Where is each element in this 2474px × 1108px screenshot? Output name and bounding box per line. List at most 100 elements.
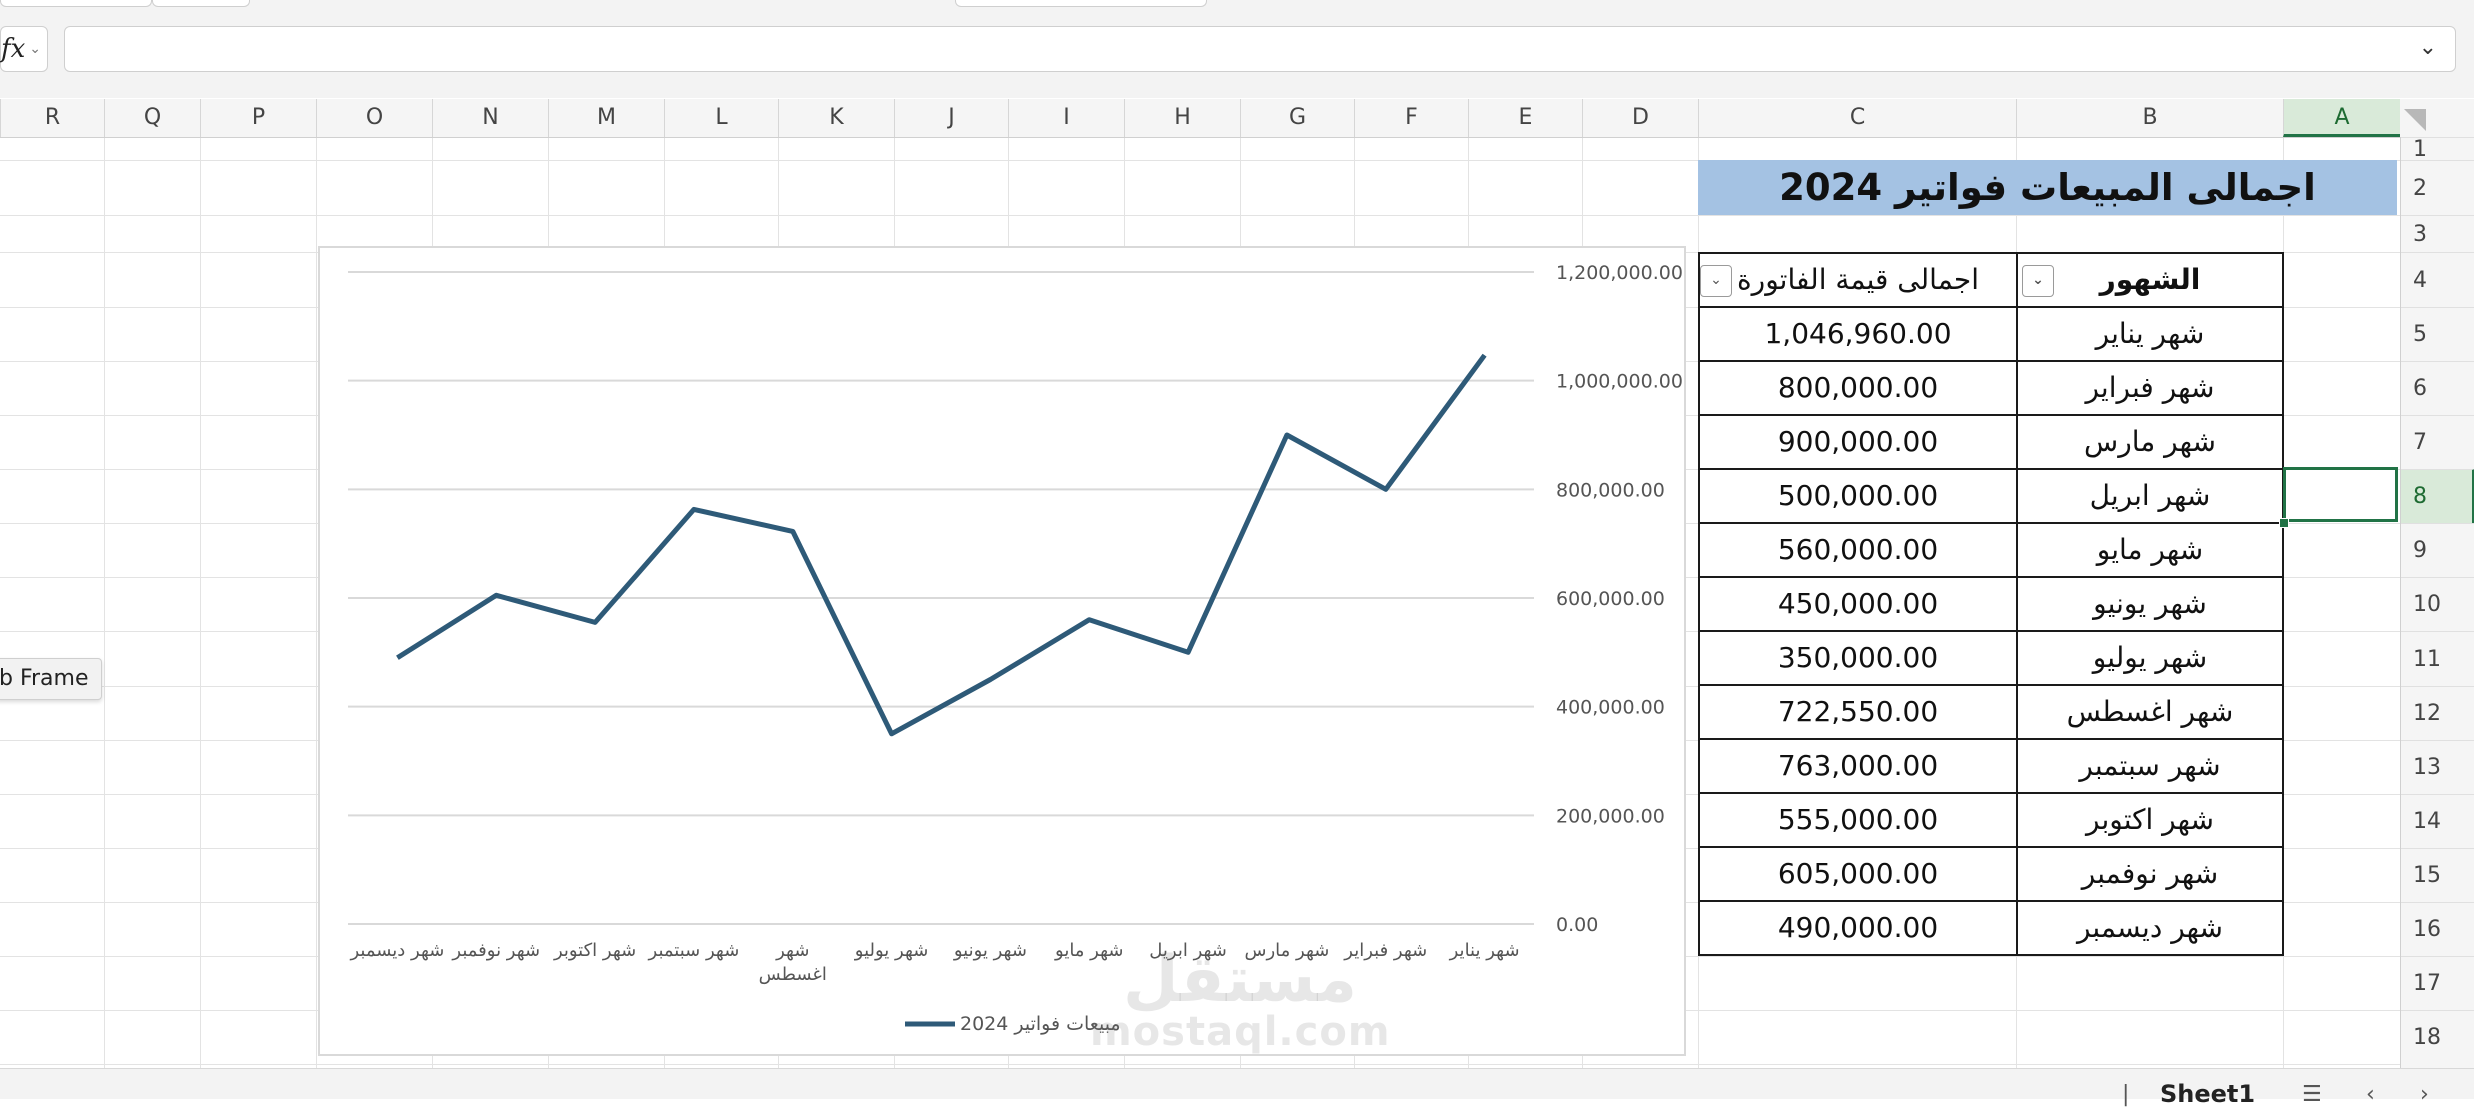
table-row-month[interactable]: شهر مارس	[2016, 414, 2284, 470]
x-tick-label: شهر ديسمبر	[349, 940, 444, 961]
table-row-month[interactable]: شهر نوفمبر	[2016, 846, 2284, 902]
column-header-b[interactable]: B	[2016, 99, 2283, 137]
table-row-month-text: شهر فبراير	[2085, 371, 2214, 404]
chevron-down-icon[interactable]: ⌄	[29, 27, 41, 71]
y-tick-label: 0.00	[1556, 914, 1598, 936]
column-header-f[interactable]: F	[1354, 99, 1468, 137]
row-header-17[interactable]: 17	[2401, 956, 2474, 1010]
table-row-month[interactable]: شهر اغسطس	[2016, 684, 2284, 740]
table-row-total[interactable]: 763,000.00	[1698, 738, 2018, 794]
column-header-d[interactable]: D	[1582, 99, 1698, 137]
table-row-month[interactable]: شهر يوليو	[2016, 630, 2284, 686]
expand-formula-icon[interactable]: ⌄	[2419, 35, 2437, 60]
table-row-total[interactable]: 490,000.00	[1698, 900, 2018, 956]
row-header-3[interactable]: 3	[2401, 215, 2474, 252]
row-header-8[interactable]: 8	[2401, 469, 2474, 523]
y-tick-label: 600,000.00	[1556, 588, 1665, 610]
table-row-total[interactable]: 555,000.00	[1698, 792, 2018, 848]
grid-vline	[200, 137, 201, 1069]
table-row-total[interactable]: 1,046,960.00	[1698, 306, 2018, 362]
column-header-m[interactable]: M	[548, 99, 664, 137]
y-tick-label: 800,000.00	[1556, 479, 1665, 501]
row-header-9[interactable]: 9	[2401, 523, 2474, 577]
table-row-total-text: 800,000.00	[1778, 371, 1938, 404]
row-header-15[interactable]: 15	[2401, 848, 2474, 902]
table-row-total-text: 900,000.00	[1778, 425, 1938, 458]
column-header-n[interactable]: N	[432, 99, 548, 137]
function-button[interactable]: fx ⌄	[0, 26, 48, 72]
table-row-month[interactable]: شهر فبراير	[2016, 360, 2284, 416]
column-header-i[interactable]: I	[1008, 99, 1124, 137]
row-header-16[interactable]: 16	[2401, 902, 2474, 956]
sheet-tab-bar	[0, 1068, 2474, 1099]
table-row-total-text: 605,000.00	[1778, 857, 1938, 890]
table-row-total[interactable]: 605,000.00	[1698, 846, 2018, 902]
select-all-corner[interactable]	[2400, 99, 2474, 137]
web-frame-tooltip: b Frame	[0, 658, 102, 700]
filter-dropdown-icon[interactable]: ⌄	[2022, 265, 2054, 297]
table-row-total[interactable]: 350,000.00	[1698, 630, 2018, 686]
row-header-11[interactable]: 11	[2401, 631, 2474, 686]
table-row-month-text: شهر سبتمبر	[2079, 749, 2220, 782]
table-row-total[interactable]: 500,000.00	[1698, 468, 2018, 524]
y-tick-label: 200,000.00	[1556, 805, 1665, 827]
sheet-tab[interactable]: Sheet1	[2160, 1080, 2255, 1108]
table-row-month[interactable]: شهر اكتوبر	[2016, 792, 2284, 848]
column-header-c[interactable]: C	[1698, 99, 2016, 137]
header-total-text: اجمالى قيمة الفاتورة	[1737, 263, 1979, 296]
x-tick-label: شهر يوليو	[854, 940, 929, 961]
row-header-2[interactable]: 2	[2401, 160, 2474, 215]
column-header-q[interactable]: Q	[104, 99, 200, 137]
table-row-month[interactable]: شهر ابريل	[2016, 468, 2284, 524]
menu-icon[interactable]: ☰	[2302, 1082, 2322, 1107]
filter-dropdown-icon[interactable]: ⌄	[1700, 265, 1732, 297]
header-month[interactable]: الشهور⌄	[2016, 252, 2284, 308]
table-row-total-text: 560,000.00	[1778, 533, 1938, 566]
column-header-p[interactable]: P	[200, 99, 316, 137]
table-row-month[interactable]: شهر سبتمبر	[2016, 738, 2284, 794]
column-header-j[interactable]: J	[894, 99, 1008, 137]
table-row-total-text: 450,000.00	[1778, 587, 1938, 620]
table-row-month[interactable]: شهر مايو	[2016, 522, 2284, 578]
header-total[interactable]: اجمالى قيمة الفاتورة⌄	[1698, 252, 2018, 308]
x-tick-label: شهر سبتمبر	[648, 940, 740, 961]
row-header-7[interactable]: 7	[2401, 415, 2474, 469]
column-header-g[interactable]: G	[1240, 99, 1354, 137]
column-header-a[interactable]: A	[2283, 99, 2400, 137]
sales-line-chart[interactable]: 0.00 200,000.00 400,000.00 600,000.00 800,00…	[318, 246, 1686, 1056]
column-header-k[interactable]: K	[778, 99, 894, 137]
row-header-14[interactable]: 14	[2401, 794, 2474, 848]
row-header-6[interactable]: 6	[2401, 361, 2474, 415]
grid-vline	[316, 137, 317, 1069]
row-header-10[interactable]: 10	[2401, 577, 2474, 631]
table-row-month[interactable]: شهر يناير	[2016, 306, 2284, 362]
formula-input[interactable]: ⌄	[64, 26, 2456, 72]
table-row-total[interactable]: 800,000.00	[1698, 360, 2018, 416]
table-row-month-text: شهر يناير	[2096, 317, 2205, 350]
table-row-total[interactable]: 450,000.00	[1698, 576, 2018, 632]
table-row-month[interactable]: شهر يونيو	[2016, 576, 2284, 632]
prev-sheet-icon[interactable]: ‹	[2366, 1082, 2375, 1107]
column-header-o[interactable]: O	[316, 99, 432, 137]
row-header-18[interactable]: 18	[2401, 1010, 2474, 1064]
row-header-13[interactable]: 13	[2401, 740, 2474, 794]
table-row-total[interactable]: 900,000.00	[1698, 414, 2018, 470]
y-tick-label: 400,000.00	[1556, 697, 1665, 719]
table-row-total-text: 490,000.00	[1778, 911, 1938, 944]
row-header-12[interactable]: 12	[2401, 686, 2474, 740]
fill-handle[interactable]	[2279, 518, 2289, 528]
table-row-month[interactable]: شهر ديسمبر	[2016, 900, 2284, 956]
table-row-total-text: 500,000.00	[1778, 479, 1938, 512]
column-header-l[interactable]: L	[664, 99, 778, 137]
column-header-r[interactable]: R	[0, 99, 104, 137]
table-row-total[interactable]: 560,000.00	[1698, 522, 2018, 578]
table-row-total[interactable]: 722,550.00	[1698, 684, 2018, 740]
column-header-h[interactable]: H	[1124, 99, 1240, 137]
table-row-total-text: 1,046,960.00	[1764, 317, 1951, 350]
row-header-5[interactable]: 5	[2401, 307, 2474, 361]
row-header-4[interactable]: 4	[2401, 252, 2474, 307]
row-header-1[interactable]: 1	[2401, 137, 2474, 160]
active-cell[interactable]	[2283, 467, 2398, 522]
next-sheet-icon[interactable]: ›	[2420, 1082, 2429, 1107]
column-header-e[interactable]: E	[1468, 99, 1582, 137]
